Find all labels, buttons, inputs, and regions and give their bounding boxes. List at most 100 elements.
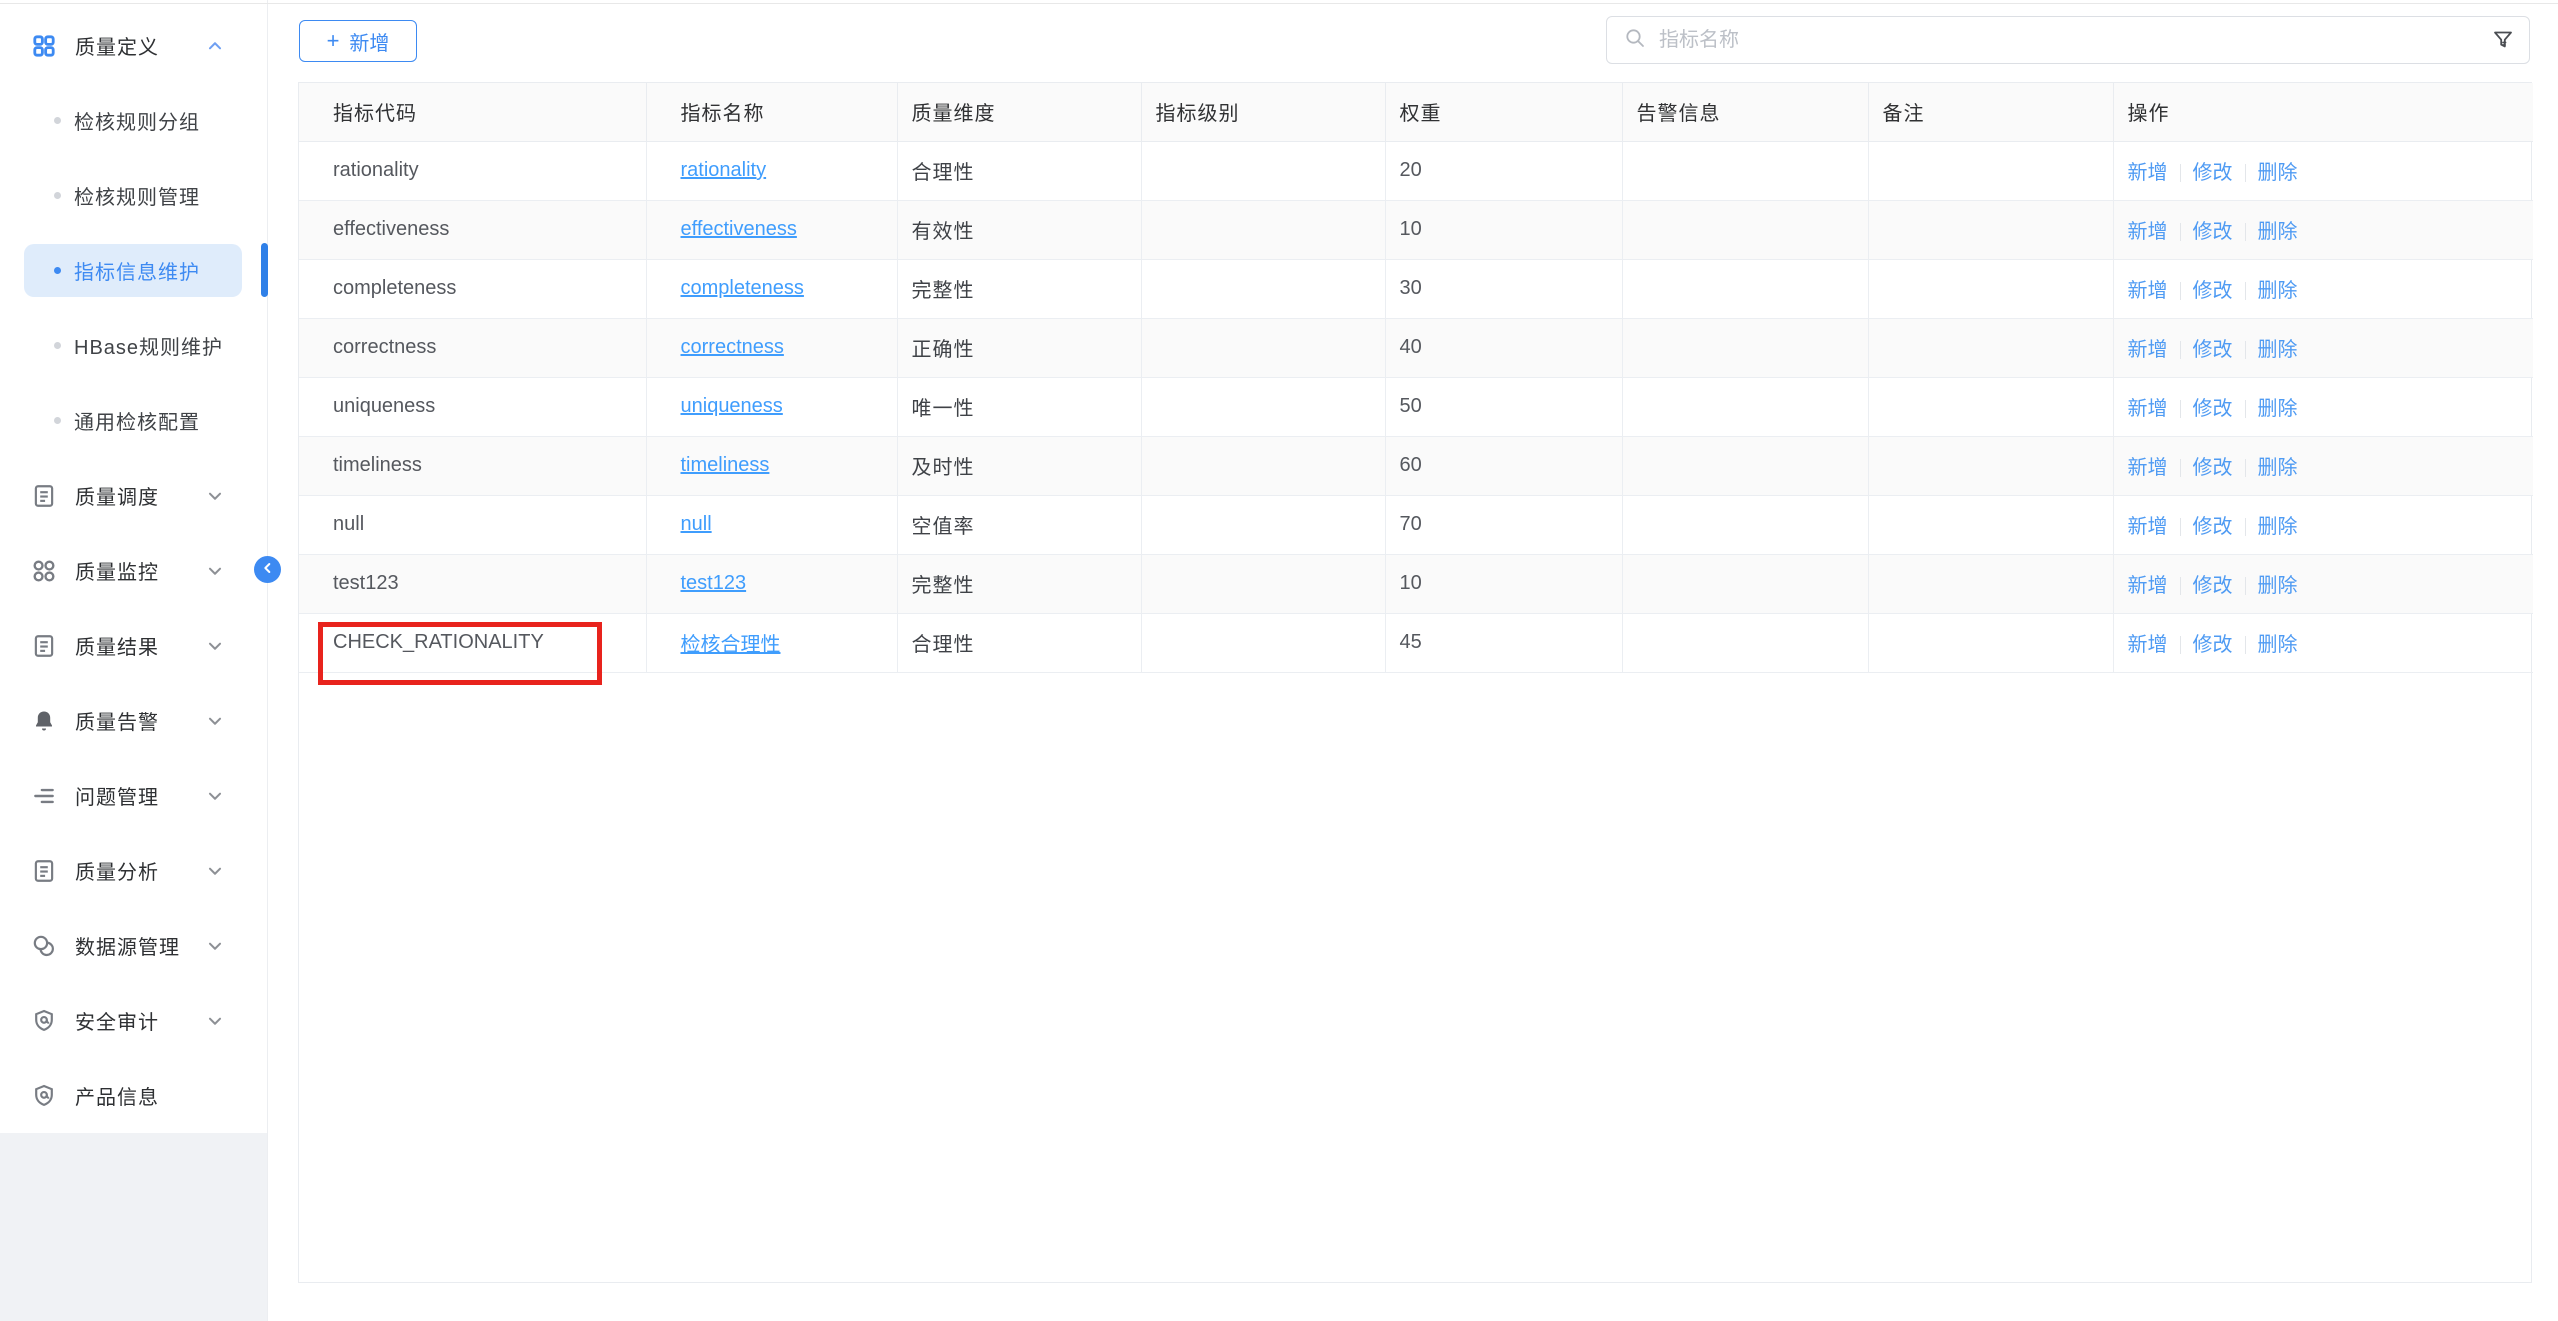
action-divider	[2180, 400, 2181, 418]
indicator-name-link[interactable]: completeness	[681, 277, 804, 299]
shield-icon	[31, 1008, 57, 1034]
action-divider	[2180, 282, 2181, 300]
row-action-delete[interactable]: 删除	[2258, 339, 2298, 361]
grid-circles-icon	[31, 558, 57, 584]
chevron-down-icon	[202, 783, 228, 809]
chevron-left-icon	[260, 560, 276, 579]
row-action-add[interactable]: 新增	[2128, 398, 2168, 420]
add-button[interactable]: + 新增	[299, 20, 417, 62]
col-header-alarm: 告警信息	[1622, 83, 1868, 141]
row-action-add[interactable]: 新增	[2128, 516, 2168, 538]
action-divider	[2180, 223, 2181, 241]
table-row: uniqueness uniqueness 唯一性 50 新增修改删除	[299, 377, 2533, 436]
chevron-down-icon	[202, 633, 228, 659]
sidebar-item-quality-schedule[interactable]: 质量调度	[0, 458, 267, 533]
row-action-delete[interactable]: 删除	[2258, 634, 2298, 656]
sidebar-item-quality-analysis[interactable]: 质量分析	[0, 833, 267, 908]
row-action-delete[interactable]: 删除	[2258, 516, 2298, 538]
indicator-name-link[interactable]: uniqueness	[681, 395, 783, 417]
bullet-dot-icon	[54, 117, 61, 124]
sidebar-item-quality-monitor[interactable]: 质量监控	[0, 533, 267, 608]
bell-icon	[31, 708, 57, 734]
row-action-delete[interactable]: 删除	[2258, 398, 2298, 420]
row-action-delete[interactable]: 删除	[2258, 162, 2298, 184]
table-row: effectiveness effectiveness 有效性 10 新增修改删…	[299, 200, 2533, 259]
indicator-name-link[interactable]: 检核合理性	[681, 634, 781, 656]
row-action-add[interactable]: 新增	[2128, 221, 2168, 243]
row-action-edit[interactable]: 修改	[2193, 280, 2233, 302]
row-action-edit[interactable]: 修改	[2193, 162, 2233, 184]
col-header-actions: 操作	[2113, 83, 2533, 141]
sidebar: 质量定义 检核规则分组 检核规则管理 指标信息维护 HBase规则维护 通用检核…	[0, 0, 268, 1321]
sidebar-item-issue-manage[interactable]: 问题管理	[0, 758, 267, 833]
indicator-table: 指标代码 指标名称 质量维度 指标级别 权重 告警信息 备注 操作 ration…	[298, 82, 2532, 1283]
add-button-label: 新增	[349, 27, 389, 56]
sidebar-item-general-check-config[interactable]: 通用检核配置	[0, 383, 267, 458]
table-row: test123 test123 完整性 10 新增修改删除	[299, 554, 2533, 613]
sidebar-item-product-info[interactable]: 产品信息	[0, 1058, 267, 1133]
col-header-level: 指标级别	[1141, 83, 1385, 141]
row-action-delete[interactable]: 删除	[2258, 280, 2298, 302]
row-action-delete[interactable]: 删除	[2258, 221, 2298, 243]
row-action-edit[interactable]: 修改	[2193, 398, 2233, 420]
sidebar-item-security-audit[interactable]: 安全审计	[0, 983, 267, 1058]
row-action-add[interactable]: 新增	[2128, 162, 2168, 184]
chevron-down-icon	[202, 558, 228, 584]
filter-funnel-icon[interactable]	[2491, 28, 2515, 52]
sidebar-item-indicator-info-maintain[interactable]: 指标信息维护	[0, 233, 267, 308]
row-action-edit[interactable]: 修改	[2193, 457, 2233, 479]
sidebar-item-datasource-manage[interactable]: 数据源管理	[0, 908, 267, 983]
search-input[interactable]	[1659, 29, 2479, 52]
row-action-edit[interactable]: 修改	[2193, 516, 2233, 538]
top-divider	[0, 3, 2558, 4]
action-divider	[2180, 164, 2181, 182]
sidebar-item-hbase-rule-maintain[interactable]: HBase规则维护	[0, 308, 267, 383]
indicator-name-link[interactable]: null	[681, 513, 712, 535]
col-header-dimension: 质量维度	[897, 83, 1141, 141]
table-row: correctness correctness 正确性 40 新增修改删除	[299, 318, 2533, 377]
plus-icon: +	[327, 30, 340, 52]
row-action-edit[interactable]: 修改	[2193, 221, 2233, 243]
action-divider	[2180, 577, 2181, 595]
row-action-add[interactable]: 新增	[2128, 457, 2168, 479]
row-action-edit[interactable]: 修改	[2193, 575, 2233, 597]
chevron-up-icon	[202, 33, 228, 59]
row-action-add[interactable]: 新增	[2128, 280, 2168, 302]
action-divider	[2180, 518, 2181, 536]
sidebar-item-check-rule-manage[interactable]: 检核规则管理	[0, 158, 267, 233]
action-divider	[2245, 341, 2246, 359]
sidebar-item-quality-definition[interactable]: 质量定义	[0, 8, 267, 83]
action-divider	[2245, 400, 2246, 418]
chevron-down-icon	[202, 708, 228, 734]
bullet-dot-icon	[54, 267, 61, 274]
table-row: rationality rationality 合理性 20 新增修改删除	[299, 141, 2533, 200]
action-divider	[2180, 341, 2181, 359]
shield-icon	[31, 1083, 57, 1109]
sidebar-collapse-button[interactable]	[254, 556, 281, 583]
row-action-add[interactable]: 新增	[2128, 575, 2168, 597]
search-box	[1606, 16, 2530, 64]
row-action-add[interactable]: 新增	[2128, 634, 2168, 656]
action-divider	[2245, 459, 2246, 477]
indicator-name-link[interactable]: correctness	[681, 336, 784, 358]
row-action-add[interactable]: 新增	[2128, 339, 2168, 361]
indicator-name-link[interactable]: rationality	[681, 159, 767, 181]
action-divider	[2245, 577, 2246, 595]
action-divider	[2245, 282, 2246, 300]
bullet-dot-icon	[54, 342, 61, 349]
row-action-delete[interactable]: 删除	[2258, 457, 2298, 479]
indicator-name-link[interactable]: effectiveness	[681, 218, 797, 240]
action-divider	[2180, 459, 2181, 477]
row-action-delete[interactable]: 删除	[2258, 575, 2298, 597]
sidebar-item-quality-alarm[interactable]: 质量告警	[0, 683, 267, 758]
sidebar-item-quality-result[interactable]: 质量结果	[0, 608, 267, 683]
indicator-name-link[interactable]: timeliness	[681, 454, 770, 476]
indicator-name-link[interactable]: test123	[681, 572, 747, 594]
table-row: null null 空值率 70 新增修改删除	[299, 495, 2533, 554]
sidebar-item-check-rule-group[interactable]: 检核规则分组	[0, 83, 267, 158]
action-divider	[2180, 636, 2181, 654]
row-action-edit[interactable]: 修改	[2193, 339, 2233, 361]
indent-list-icon	[31, 783, 57, 809]
coins-icon	[31, 933, 57, 959]
row-action-edit[interactable]: 修改	[2193, 634, 2233, 656]
